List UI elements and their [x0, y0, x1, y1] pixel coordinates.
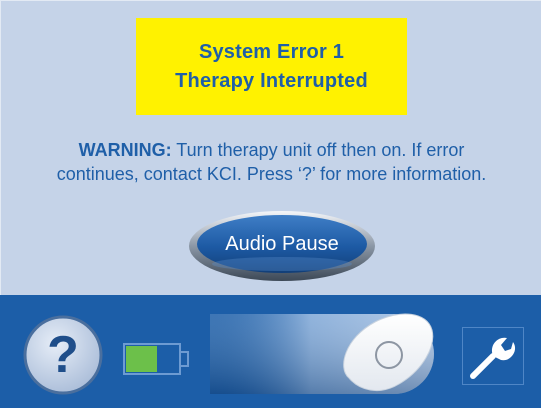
error-title: System Error 1 [198, 40, 345, 63]
error-subtitle: Therapy Interrupted [175, 69, 368, 92]
control-bar: ? [0, 295, 541, 408]
help-label: ? [47, 326, 79, 384]
warning-text-1: Turn therapy unit off then on. If error [171, 140, 465, 160]
warning-text-2: continues, contact KCI. Press ‘?’ for mo… [56, 164, 487, 184]
error-panel: System Error 1 Therapy Interrupted WARNI… [0, 0, 541, 295]
settings-button[interactable] [462, 327, 524, 385]
battery-icon [122, 342, 192, 376]
audio-pause-label: Audio Pause [225, 232, 339, 255]
audio-pause-button[interactable]: Audio Pause [187, 210, 377, 282]
unlock-slider[interactable] [210, 308, 440, 400]
warning-line-1: WARNING: Turn therapy unit off then on. … [1, 138, 541, 162]
wrench-icon [470, 337, 516, 379]
help-button[interactable]: ? [23, 315, 103, 395]
warning-message: WARNING: Turn therapy unit off then on. … [1, 138, 541, 186]
slider-handle-icon[interactable] [335, 308, 440, 400]
error-banner: System Error 1 Therapy Interrupted [136, 18, 407, 115]
warning-label: WARNING: [78, 140, 172, 160]
device-screen: System Error 1 Therapy Interrupted WARNI… [0, 0, 541, 408]
